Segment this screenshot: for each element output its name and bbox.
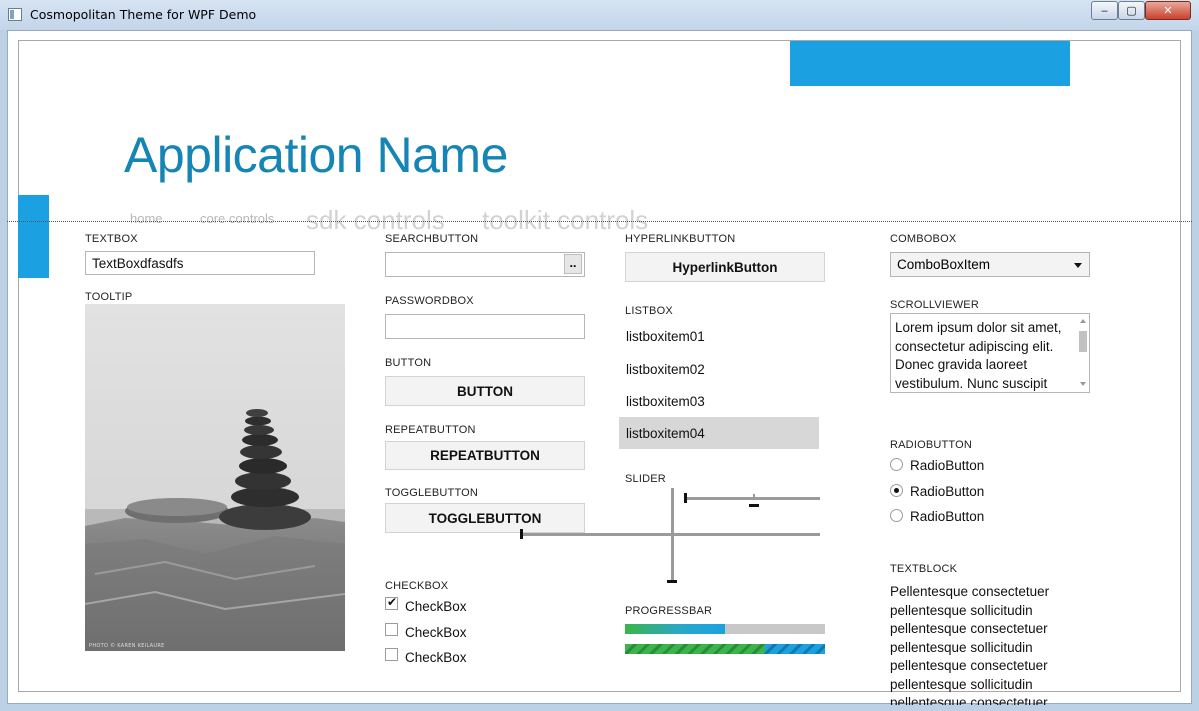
close-button[interactable]: ✕ (1145, 1, 1191, 20)
check-icon: ✔ (387, 595, 398, 609)
slider-tick (753, 494, 755, 500)
listbox-item-03[interactable]: listboxitem03 (619, 385, 819, 417)
checkbox-2[interactable] (385, 623, 398, 636)
progressbar-determinate (625, 624, 825, 634)
progressbar-indeterminate (625, 644, 825, 654)
search-input[interactable] (385, 252, 585, 277)
scroll-up-icon[interactable] (1080, 319, 1086, 323)
tooltip-label: TOOLTIP (85, 291, 133, 303)
listbox-label: LISTBOX (625, 305, 673, 317)
combobox-selected-value: ComboBoxItem (897, 257, 991, 272)
progressbar-indeterminate-tail (765, 644, 825, 654)
ellipsis-icon: ․․ (569, 258, 577, 270)
search-ellipsis-button[interactable]: ․․ (564, 254, 582, 274)
checkbox-3[interactable] (385, 648, 398, 661)
vertical-slider-thumb[interactable] (667, 580, 677, 583)
password-input[interactable] (385, 314, 585, 339)
radiobutton-1-label[interactable]: RadioButton (910, 458, 984, 473)
scrollviewer-text: Lorem ipsum dolor sit amet, consectetur … (895, 320, 1062, 391)
radiobutton-2[interactable] (890, 484, 903, 497)
window-controls: ‒ ▢ ✕ (1091, 1, 1191, 20)
radiobutton-3-label[interactable]: RadioButton (910, 509, 984, 524)
button-demo[interactable]: BUTTON (385, 376, 585, 406)
hyperlinkbutton-label: HYPERLINKBUTTON (625, 233, 736, 245)
window-titlebar[interactable]: Cosmopolitan Theme for WPF Demo ‒ ▢ ✕ (0, 0, 1199, 30)
listbox-item-01[interactable]: listboxitem01 (619, 320, 819, 352)
long-horizontal-slider-track[interactable] (522, 533, 820, 536)
progressbar-label: PROGRESSBAR (625, 605, 713, 617)
togglebutton-label: TOGGLEBUTTON (385, 487, 479, 499)
window-title: Cosmopolitan Theme for WPF Demo (30, 7, 257, 22)
button-label: BUTTON (385, 357, 432, 369)
textbox-input[interactable]: TextBoxdfasdfs (85, 251, 315, 275)
scroll-down-icon[interactable] (1080, 382, 1086, 386)
checkbox-3-label[interactable]: CheckBox (405, 650, 467, 665)
minimize-button[interactable]: ‒ (1091, 1, 1118, 20)
nav-core-controls[interactable]: core controls (200, 211, 274, 226)
scrollbar-thumb[interactable] (1079, 331, 1087, 352)
horizontal-slider-thumb[interactable] (684, 493, 687, 503)
maximize-button[interactable]: ▢ (1118, 1, 1145, 20)
radiobutton-1[interactable] (890, 458, 903, 471)
slider-label: SLIDER (625, 473, 666, 485)
radiobutton-label: RADIOBUTTON (890, 439, 973, 451)
checkbox-1[interactable]: ✔ (385, 595, 398, 610)
toggle-button[interactable]: TOGGLEBUTTON (385, 503, 585, 533)
application-name: Application Name (124, 127, 508, 183)
combobox[interactable]: ComboBoxItem (890, 252, 1090, 277)
chevron-down-icon[interactable] (1074, 263, 1082, 268)
passwordbox-label: PASSWORDBOX (385, 295, 474, 307)
accent-side-marker (18, 195, 49, 278)
scrollviewer-label: SCROLLVIEWER (890, 299, 979, 311)
combobox-label: COMBOBOX (890, 233, 957, 245)
checkbox-label: CHECKBOX (385, 580, 449, 592)
radiobutton-2-label[interactable]: RadioButton (910, 484, 984, 499)
nav-home[interactable]: home (130, 211, 163, 226)
vertical-scrollbar[interactable] (1076, 314, 1089, 392)
scrollviewer[interactable]: Lorem ipsum dolor sit amet, consectetur … (890, 313, 1090, 393)
slider-tick-thumb[interactable] (749, 504, 759, 507)
listbox-item-02[interactable]: listboxitem02 (619, 353, 819, 385)
textbox-label: TEXTBOX (85, 233, 138, 245)
repeatbutton-label: REPEATBUTTON (385, 424, 476, 436)
textblock-label: TEXTBLOCK (890, 563, 958, 575)
accent-banner (790, 41, 1070, 86)
hyperlink-button[interactable]: HyperlinkButton (625, 252, 825, 282)
repeat-button[interactable]: REPEATBUTTON (385, 441, 585, 470)
searchbutton-label: SEARCHBUTTON (385, 233, 479, 245)
photo-credit: PHOTO © KAREN KEILAURE (89, 643, 165, 649)
checkbox-1-label[interactable]: CheckBox (405, 599, 467, 614)
textblock: Pellentesque consectetuer pellentesque s… (890, 584, 1050, 705)
app-window-icon (8, 8, 22, 21)
tooltip-image[interactable]: PHOTO © KAREN KEILAURE (85, 304, 345, 651)
stacked-stones-image (85, 304, 345, 651)
header-divider (7, 221, 1192, 222)
long-horizontal-slider-thumb[interactable] (520, 529, 523, 539)
radiobutton-3[interactable] (890, 509, 903, 522)
listbox-item-04[interactable]: listboxitem04 (619, 417, 819, 449)
checkbox-2-label[interactable]: CheckBox (405, 625, 467, 640)
progressbar-fill (625, 624, 725, 634)
